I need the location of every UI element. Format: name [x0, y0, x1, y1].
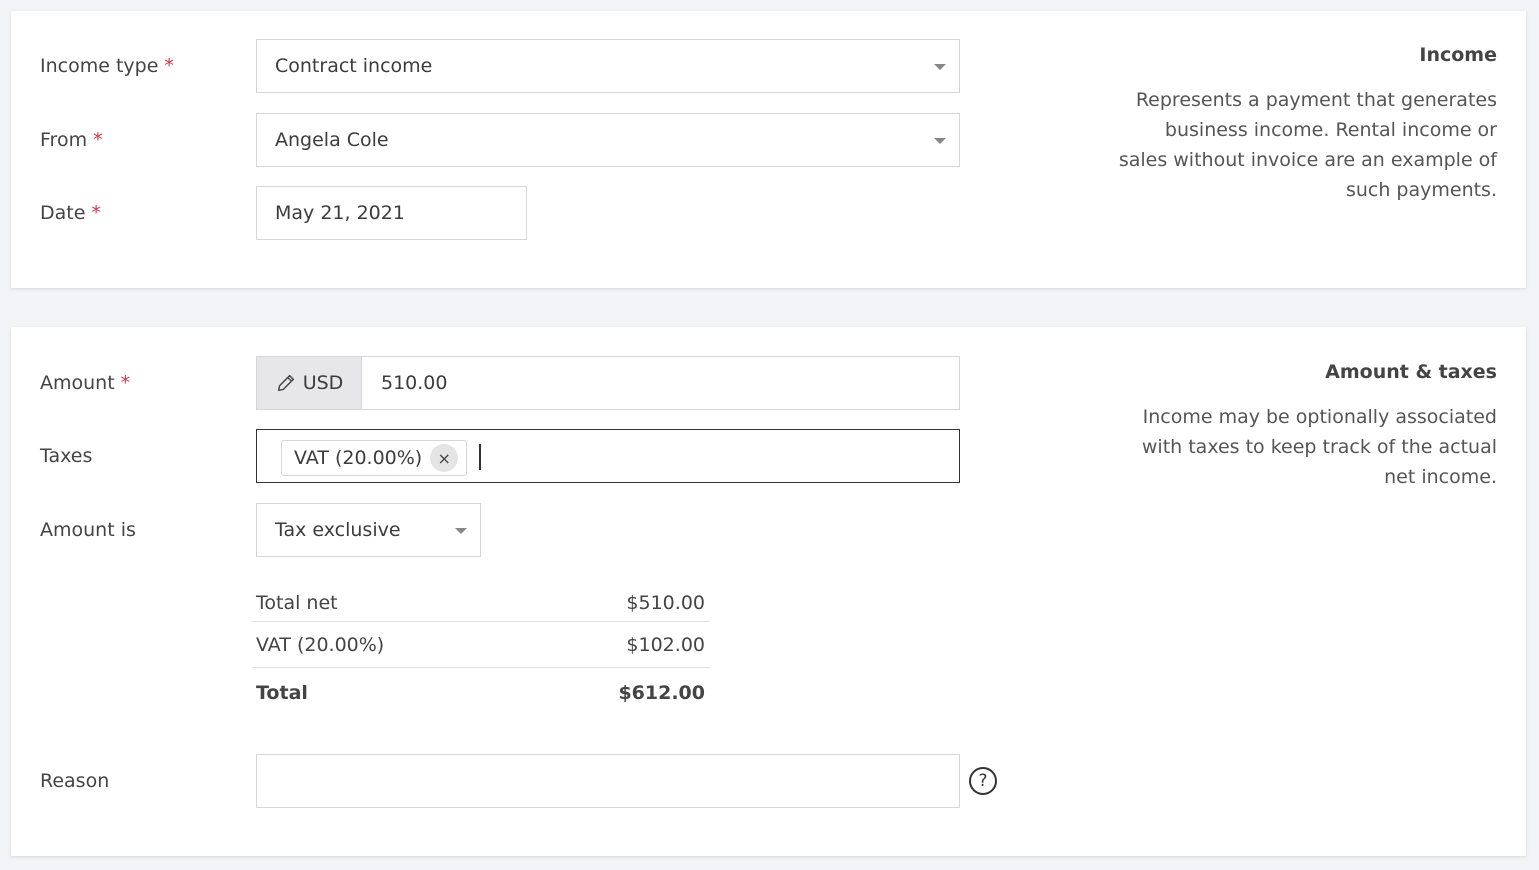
amount-is-label: Amount is	[40, 519, 136, 541]
reason-label: Reason	[40, 770, 110, 792]
amount-input-group: USD 510.00	[256, 356, 960, 410]
tax-tag-label: VAT (20.00%)	[294, 447, 423, 469]
amount-help-text: Income may be optionally associated with…	[1141, 406, 1497, 488]
income-type-value: Contract income	[275, 55, 433, 77]
date-input[interactable]: May 21, 2021	[256, 186, 527, 240]
date-label: Date *	[40, 202, 101, 224]
reason-input[interactable]	[256, 754, 960, 808]
from-value: Angela Cole	[275, 129, 389, 151]
currency-code: USD	[302, 372, 344, 394]
pencil-icon	[277, 374, 294, 392]
totals-row-total: Total $612.00	[256, 682, 705, 704]
income-type-label: Income type *	[40, 55, 174, 77]
totals-row-net: Total net $510.00	[252, 584, 710, 622]
income-type-select[interactable]: Contract income	[256, 39, 960, 93]
amount-help-title: Amount & taxes	[1325, 361, 1497, 383]
amount-is-value: Tax exclusive	[275, 519, 401, 541]
taxes-multiselect[interactable]: VAT (20.00%) ×	[256, 429, 960, 483]
taxes-label: Taxes	[40, 445, 93, 467]
amount-card: Amount * USD 510.00 Taxes VAT (20.00%) × …	[11, 327, 1526, 856]
totals-row-vat: VAT (20.00%) $102.00	[252, 622, 710, 668]
from-select[interactable]: Angela Cole	[256, 113, 960, 167]
income-help-text: Represents a payment that generates busi…	[1118, 89, 1497, 201]
income-card: Income type * Contract income From * Angel…	[11, 11, 1526, 288]
chevron-down-icon	[934, 64, 946, 70]
date-value: May 21, 2021	[275, 202, 405, 224]
from-label: From *	[40, 129, 103, 151]
income-help-panel: Income Represents a payment that generat…	[1117, 43, 1497, 205]
chevron-down-icon	[934, 138, 946, 144]
amount-help-panel: Amount & taxes Income may be optionally …	[1117, 360, 1497, 492]
help-icon[interactable]: ?	[969, 767, 997, 795]
amount-is-select[interactable]: Tax exclusive	[256, 503, 481, 557]
close-icon[interactable]: ×	[430, 444, 459, 472]
text-cursor	[479, 444, 481, 470]
amount-value-input[interactable]: 510.00	[381, 357, 447, 409]
totals-table: Total net $510.00 VAT (20.00%) $102.00 T…	[252, 584, 710, 718]
tax-tag: VAT (20.00%) ×	[281, 440, 468, 476]
currency-button[interactable]: USD	[257, 357, 362, 409]
income-help-title: Income	[1419, 44, 1497, 66]
chevron-down-icon	[455, 528, 467, 534]
amount-label: Amount *	[40, 372, 131, 394]
